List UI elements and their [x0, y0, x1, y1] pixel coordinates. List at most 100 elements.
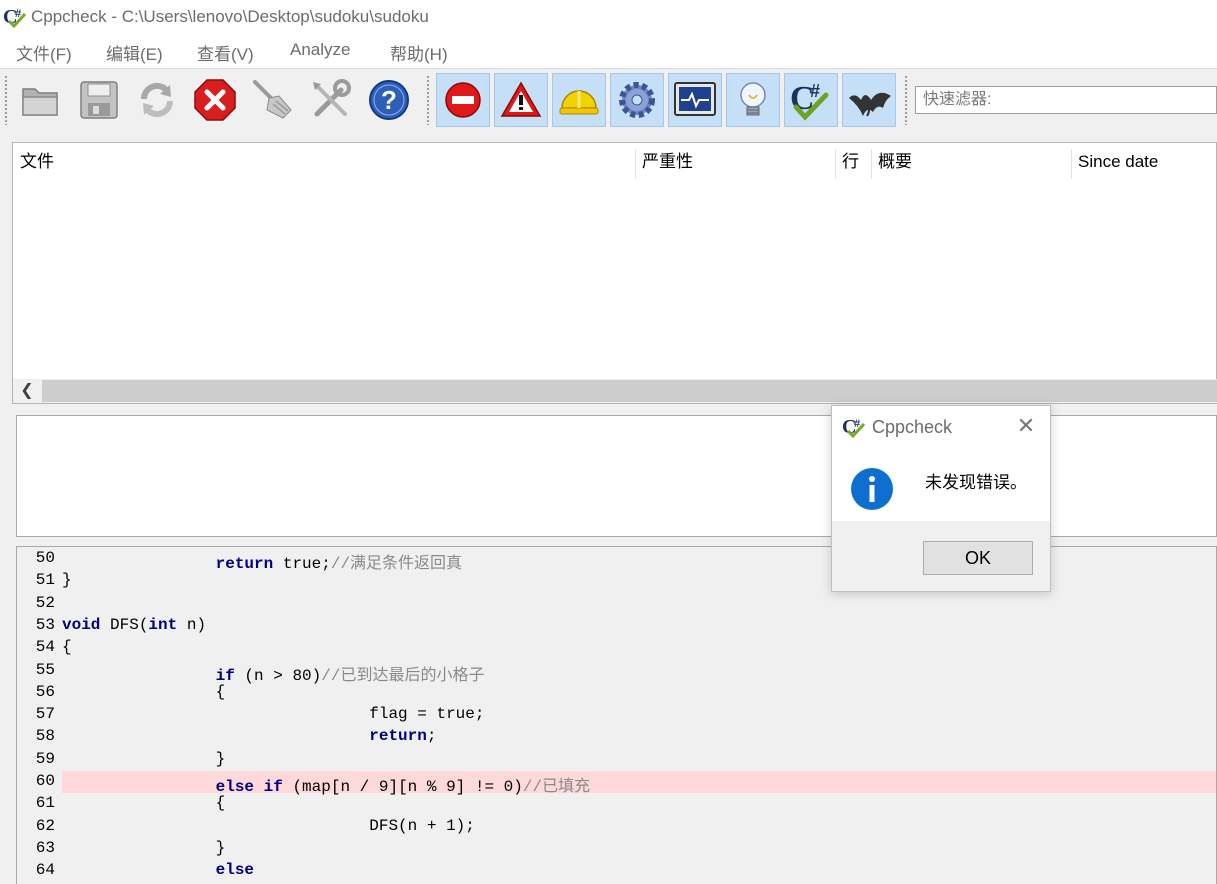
- stop-button[interactable]: [188, 73, 242, 127]
- line-number: 63: [35, 838, 55, 857]
- line-number: 64: [35, 861, 55, 880]
- quick-filter-input[interactable]: [921, 87, 1215, 113]
- code-text: else: [62, 860, 1216, 882]
- code-line: 62 DFS(n + 1);: [17, 816, 1216, 838]
- column-severity[interactable]: 严重性: [635, 143, 835, 181]
- code-text: return;: [62, 726, 1216, 748]
- refresh-button[interactable]: [130, 73, 184, 127]
- scrollbar-thumb[interactable]: [42, 380, 1217, 402]
- column-file[interactable]: 文件: [13, 143, 635, 181]
- line-number: 57: [35, 705, 55, 724]
- code-text: DFS(n + 1);: [62, 816, 1216, 838]
- code-token: flag = true;: [369, 705, 485, 724]
- code-keyword: void: [62, 615, 101, 634]
- scroll-left-arrow-icon[interactable]: ❮: [16, 380, 38, 402]
- code-line: 58 return;: [17, 726, 1216, 748]
- toggle-cpp-standard[interactable]: C #: [784, 73, 838, 127]
- code-keyword: else: [215, 861, 255, 880]
- code-line: 56 {: [17, 682, 1216, 704]
- code-text: }: [62, 838, 1216, 860]
- performance-filter-icon: [619, 82, 655, 118]
- svg-text:#: #: [810, 81, 820, 101]
- code-token: {: [215, 794, 226, 813]
- clear-button[interactable]: [246, 73, 300, 127]
- menu-file[interactable]: 文件(F): [16, 40, 72, 65]
- toolbar-grip-3[interactable]: [904, 75, 908, 125]
- code-token: }: [215, 838, 226, 857]
- code-token: ;: [426, 727, 437, 746]
- tools-button[interactable]: [304, 73, 358, 127]
- menu-edit[interactable]: 编辑(E): [106, 40, 163, 65]
- line-number: 53: [35, 615, 55, 634]
- toggle-errors[interactable]: [436, 73, 490, 127]
- code-keyword: return: [369, 727, 427, 746]
- column-line[interactable]: 行: [835, 143, 871, 181]
- dialog-message: 未发现错误。: [925, 473, 1027, 492]
- code-line: 59 }: [17, 749, 1216, 771]
- style-filter-icon: [559, 90, 599, 115]
- code-token: DFS(: [100, 615, 149, 634]
- code-line: 61 {: [17, 793, 1216, 815]
- line-number: 52: [35, 593, 55, 612]
- cppcheck-logo-icon: C #: [842, 415, 868, 439]
- code-token: n): [177, 615, 207, 634]
- code-text: {: [62, 793, 1216, 815]
- information-filter-icon: [740, 82, 766, 116]
- save-icon: [80, 81, 118, 119]
- line-number: 50: [35, 549, 55, 567]
- line-number: 60: [35, 772, 55, 790]
- code-text: else if (map[n / 9][n % 9] != 0)//已填充: [62, 771, 1216, 796]
- results-tree[interactable]: 文件 严重性 行 概要 Since date: [12, 142, 1217, 404]
- column-summary[interactable]: 概要: [871, 143, 1071, 181]
- code-line: 63 }: [17, 838, 1216, 860]
- line-number: 59: [35, 749, 55, 768]
- code-line-highlighted: 60 else if (map[n / 9][n % 9] != 0)//已填充: [17, 771, 1216, 796]
- code-token: }: [215, 749, 226, 768]
- toggle-information[interactable]: [726, 73, 780, 127]
- help-icon: ?: [369, 80, 409, 120]
- column-since-date[interactable]: Since date: [1071, 143, 1217, 181]
- save-button[interactable]: [72, 73, 126, 127]
- open-folder-icon: [22, 88, 58, 116]
- close-icon[interactable]: ✕: [1014, 414, 1038, 438]
- refresh-icon: [140, 82, 174, 118]
- portability-filter-icon: [674, 82, 716, 116]
- code-line: 55 if (n > 80)//已到达最后的小格子: [17, 660, 1216, 685]
- svg-text:?: ?: [381, 85, 397, 115]
- code-line: 53 void DFS(int n): [17, 615, 1216, 637]
- menu-view[interactable]: 查看(V): [197, 40, 254, 65]
- code-text: if (n > 80)//已到达最后的小格子: [62, 660, 1216, 685]
- menu-help[interactable]: 帮助(H): [390, 40, 448, 65]
- stop-icon: [194, 79, 236, 121]
- code-token: {: [215, 682, 226, 701]
- code-text: void DFS(int n): [62, 615, 1216, 637]
- ok-button[interactable]: OK: [923, 541, 1033, 575]
- toggle-warnings[interactable]: [494, 73, 548, 127]
- line-number: 55: [35, 660, 55, 679]
- toolbar-grip[interactable]: [4, 75, 8, 125]
- toggle-style[interactable]: [552, 73, 606, 127]
- help-button[interactable]: ?: [362, 73, 416, 127]
- menu-analyze[interactable]: Analyze: [290, 40, 350, 60]
- code-token: {: [62, 638, 72, 657]
- code-text: {: [62, 682, 1216, 704]
- code-text: }: [62, 749, 1216, 771]
- code-token: }: [62, 571, 72, 590]
- quick-filter-field[interactable]: [915, 86, 1217, 114]
- open-folder-button[interactable]: [14, 73, 68, 127]
- toggle-performance[interactable]: [610, 73, 664, 127]
- toggle-portability[interactable]: [668, 73, 722, 127]
- toolbar-grip-2[interactable]: [426, 75, 430, 125]
- code-viewer[interactable]: 50 return true;//满足条件返回真 51} 52 53 void DFS(…: [16, 546, 1217, 884]
- toggle-unused[interactable]: [842, 73, 896, 127]
- line-number: 61: [35, 794, 55, 813]
- cppcheck-logo-icon: C #: [3, 5, 29, 29]
